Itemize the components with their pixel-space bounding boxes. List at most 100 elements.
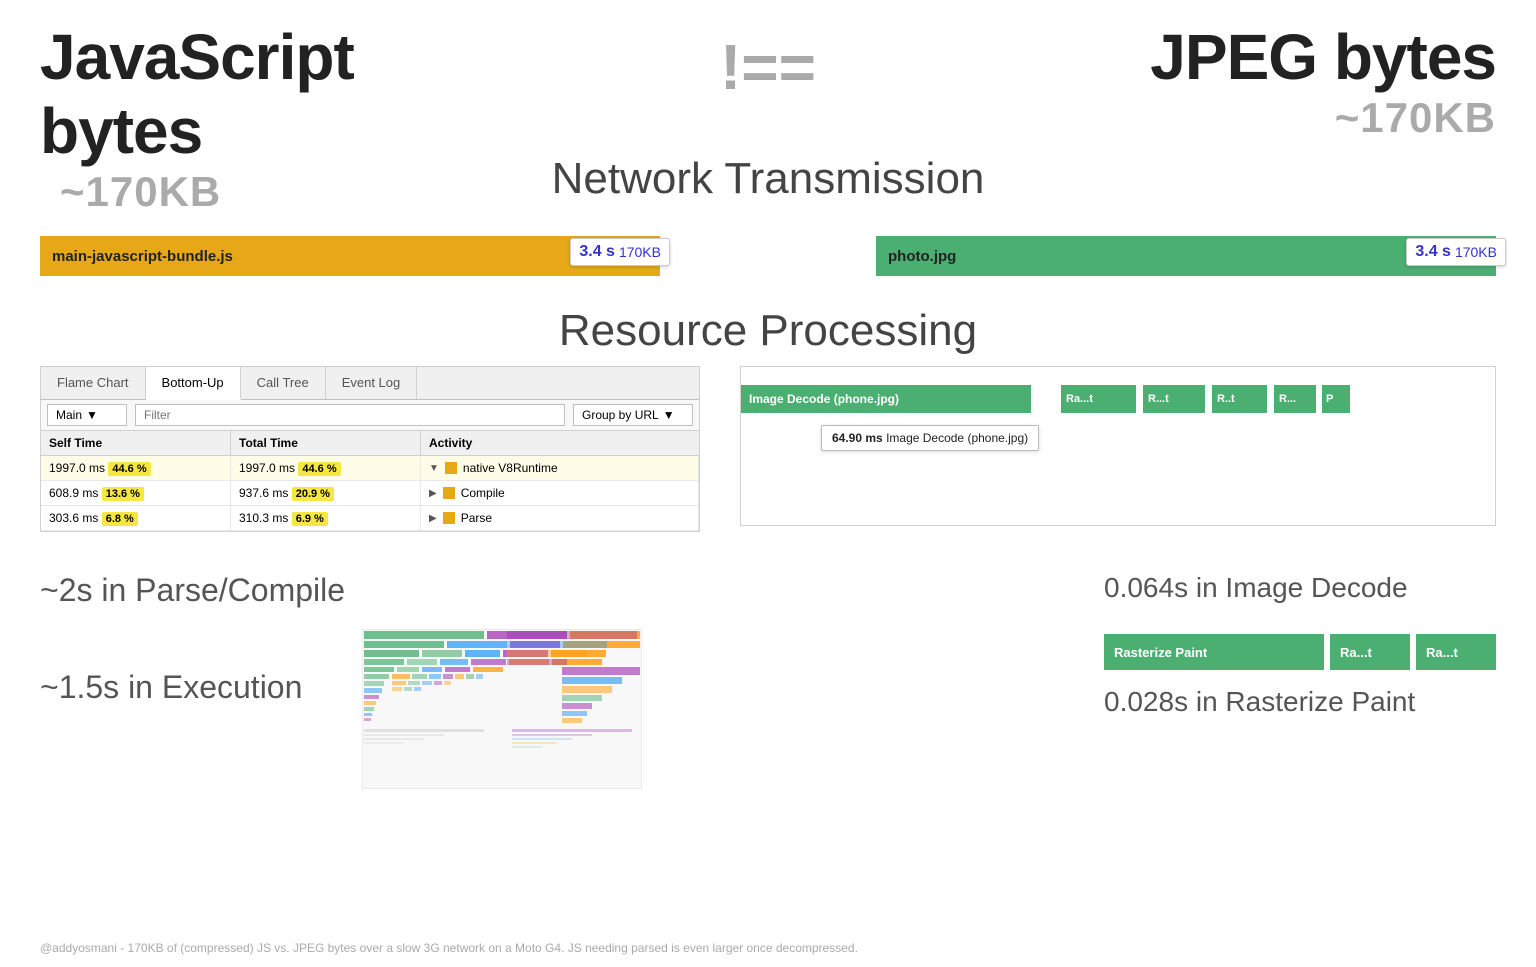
cell-self-1: 608.9 ms 13.6 % (41, 481, 231, 505)
flame-right-panel: Image Decode (phone.jpg) Ra...t R...t R.… (740, 366, 1496, 532)
self-ms-0: 1997.0 ms (49, 461, 105, 475)
total-pct-0: 44.6 % (298, 462, 340, 476)
js-bar-container: main-javascript-bundle.js 3.4 s 170KB (40, 236, 660, 276)
jpeg-bar-tooltip: 3.4 s 170KB (1406, 238, 1506, 266)
rasterize-bar-main: Rasterize Paint (1104, 634, 1324, 670)
self-ms-2: 303.6 ms (49, 511, 98, 525)
total-ms-1: 937.6 ms (239, 486, 288, 500)
total-ms-0: 1997.0 ms (239, 461, 295, 475)
execution-label: ~1.5s in Execution (40, 669, 302, 706)
resource-title: Resource Processing (559, 306, 977, 355)
rasterize-bar-2: Ra...t (1416, 634, 1496, 670)
tab-event-log[interactable]: Event Log (326, 367, 418, 399)
cell-self-0: 1997.0 ms 44.6 % (41, 456, 231, 480)
network-title: Network Transmission (512, 154, 1025, 204)
self-pct-0: 44.6 % (108, 462, 150, 476)
expand-icon-0[interactable]: ▼ (429, 463, 439, 474)
expand-icon-1[interactable]: ▶ (429, 488, 437, 499)
devtools-panel: Flame Chart Bottom-Up Call Tree Event Lo… (40, 366, 700, 532)
rasterize-bars: Rasterize Paint Ra...t Ra...t (1104, 634, 1496, 670)
devtools-header: Self Time Total Time Activity (41, 431, 699, 456)
js-bytes-left: JavaScript bytes ~170KB (40, 20, 460, 216)
activity-label-1: Compile (461, 486, 505, 500)
jpeg-bytes-right: JPEG bytes ~170KB (1076, 20, 1496, 142)
rasterize-bar-1: Ra...t (1330, 634, 1410, 670)
execution-row: ~1.5s in Execution (40, 629, 642, 789)
activity-label-2: Parse (461, 511, 492, 525)
flame-tooltip: 64.90 ms Image Decode (phone.jpg) (821, 425, 1039, 451)
table-row[interactable]: 1997.0 ms 44.6 % 1997.0 ms 44.6 % ▼ nati… (41, 456, 699, 481)
col-header-activity: Activity (421, 431, 699, 455)
center-col: !== Network Transmission (460, 20, 1076, 204)
tooltip-label: Image Decode (phone.jpg) (886, 431, 1028, 445)
filter-input[interactable] (135, 404, 565, 426)
expand-icon-2[interactable]: ▶ (429, 513, 437, 524)
js-bar-size: 170KB (619, 244, 661, 260)
parse-compile-label: ~2s in Parse/Compile (40, 572, 642, 609)
tab-bottom-up[interactable]: Bottom-Up (146, 367, 241, 400)
flame-bar-rat: Ra...t (1061, 385, 1136, 413)
jpeg-size: ~170KB (1315, 94, 1496, 142)
footer: @addyosmani - 170KB of (compressed) JS v… (40, 941, 1496, 955)
cell-total-2: 310.3 ms 6.9 % (231, 506, 421, 530)
group-by-arrow: ▼ (663, 408, 675, 422)
tooltip-ms: 64.90 ms (832, 431, 883, 445)
js-size: ~170KB (40, 168, 221, 216)
cell-activity-1: ▶ Compile (421, 481, 699, 505)
self-ms-1: 608.9 ms (49, 486, 98, 500)
jpeg-bar-container: photo.jpg 3.4 s 170KB (876, 236, 1496, 276)
group-by-dropdown[interactable]: Group by URL ▼ (573, 404, 693, 426)
header-section: JavaScript bytes ~170KB !== Network Tran… (0, 0, 1536, 216)
total-ms-2: 310.3 ms (239, 511, 288, 525)
self-pct-2: 6.8 % (102, 512, 138, 526)
total-pct-1: 20.9 % (292, 487, 334, 501)
js-bar-tooltip: 3.4 s 170KB (570, 238, 670, 266)
js-bar-label: main-javascript-bundle.js (52, 248, 233, 265)
right-bottom: 0.064s in Image Decode Rasterize Paint R… (1104, 552, 1496, 789)
cell-activity-2: ▶ Parse (421, 506, 699, 530)
main-dropdown[interactable]: Main ▼ (47, 404, 127, 426)
main-dropdown-label: Main (56, 408, 82, 422)
footer-text: @addyosmani - 170KB of (compressed) JS v… (40, 941, 858, 955)
devtools-toolbar: Main ▼ Group by URL ▼ (41, 400, 699, 431)
js-bar-time: 3.4 s (579, 243, 615, 261)
cell-self-2: 303.6 ms 6.8 % (41, 506, 231, 530)
devtools-section: Flame Chart Bottom-Up Call Tree Event Lo… (0, 366, 1536, 532)
devtools-tabs: Flame Chart Bottom-Up Call Tree Event Lo… (41, 367, 699, 400)
jpeg-title: JPEG bytes (1150, 20, 1496, 94)
network-section: main-javascript-bundle.js 3.4 s 170KB ph… (0, 226, 1536, 286)
cell-total-1: 937.6 ms 20.9 % (231, 481, 421, 505)
activity-color-icon-0 (445, 462, 457, 474)
col-header-self-time: Self Time (41, 431, 231, 455)
flame-chart-area: Image Decode (phone.jpg) Ra...t R...t R.… (740, 366, 1496, 526)
tab-call-tree[interactable]: Call Tree (241, 367, 326, 399)
col-header-total-time: Total Time (231, 431, 421, 455)
main-dropdown-arrow: ▼ (86, 408, 98, 422)
activity-color-icon-2 (443, 512, 455, 524)
activity-color-icon-1 (443, 487, 455, 499)
not-equal-sign: !== (720, 30, 816, 104)
js-network-bar: main-javascript-bundle.js (40, 236, 660, 276)
cell-total-0: 1997.0 ms 44.6 % (231, 456, 421, 480)
jpeg-bar-label: photo.jpg (888, 248, 956, 265)
image-decode-label: 0.064s in Image Decode (1104, 572, 1408, 604)
flame-bar-image-decode: Image Decode (phone.jpg) (741, 385, 1031, 413)
resource-title-container: Resource Processing (0, 306, 1536, 356)
table-row[interactable]: 608.9 ms 13.6 % 937.6 ms 20.9 % ▶ Compil… (41, 481, 699, 506)
cell-activity-0: ▼ native V8Runtime (421, 456, 699, 480)
bottom-section: ~2s in Parse/Compile ~1.5s in Execution (0, 532, 1536, 789)
total-pct-2: 6.9 % (292, 512, 328, 526)
jpeg-bar-time: 3.4 s (1415, 243, 1451, 261)
rasterize-label: 0.028s in Rasterize Paint (1104, 686, 1415, 718)
left-bottom: ~2s in Parse/Compile ~1.5s in Execution (40, 552, 642, 789)
jpeg-bar-size: 170KB (1455, 244, 1497, 260)
flame-bar-r3: R... (1274, 385, 1316, 413)
flame-bar-rt: R...t (1143, 385, 1205, 413)
activity-label-0: native V8Runtime (463, 461, 558, 475)
flame-bar-r2: R..t (1212, 385, 1267, 413)
self-pct-1: 13.6 % (102, 487, 144, 501)
table-row[interactable]: 303.6 ms 6.8 % 310.3 ms 6.9 % ▶ Parse (41, 506, 699, 531)
jpeg-network-bar: photo.jpg (876, 236, 1496, 276)
group-by-label: Group by URL (582, 408, 659, 422)
tab-flame-chart[interactable]: Flame Chart (41, 367, 146, 399)
